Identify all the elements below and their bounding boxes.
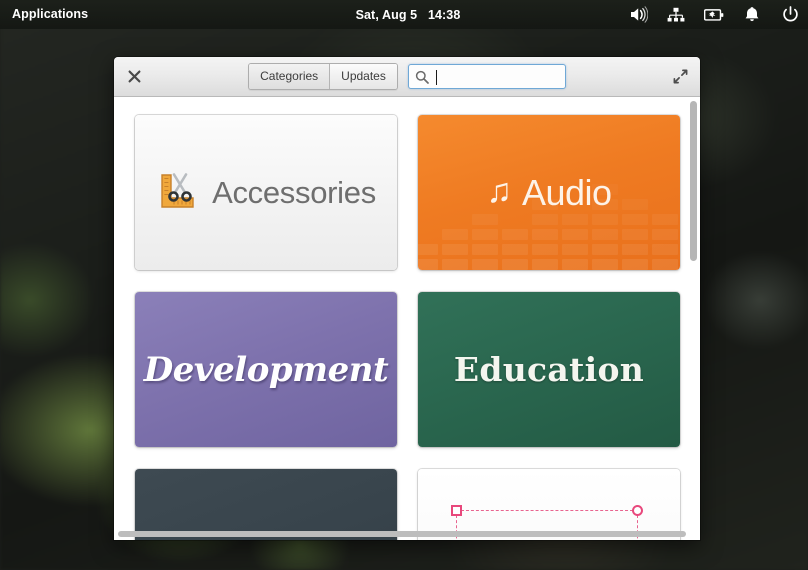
tab-updates[interactable]: Updates xyxy=(329,64,397,89)
category-label: Audio xyxy=(522,172,612,214)
circle-handle-icon xyxy=(632,505,643,516)
square-handle-icon xyxy=(451,505,462,516)
search-input[interactable] xyxy=(433,66,559,87)
category-grid: Accessories ♫ Audio Development xyxy=(114,97,700,540)
top-panel: Applications Sat, Aug 5 14:38 xyxy=(0,0,808,29)
maximize-icon[interactable] xyxy=(665,57,695,97)
category-tile-graphics[interactable]: Graphics xyxy=(418,469,680,540)
category-tile-development[interactable]: Development xyxy=(135,292,397,447)
music-note-icon: ♫ xyxy=(486,174,512,208)
ruler-scissors-icon xyxy=(156,167,202,218)
category-label: Development xyxy=(144,350,388,390)
category-tile-audio[interactable]: ♫ Audio xyxy=(418,115,680,270)
horizontal-scrollbar-thumb[interactable] xyxy=(118,531,686,537)
category-tile-accessories[interactable]: Accessories xyxy=(135,115,397,270)
battery-icon[interactable] xyxy=(704,5,724,25)
system-tray xyxy=(628,0,800,29)
vertical-scrollbar[interactable] xyxy=(690,101,697,528)
horizontal-scrollbar[interactable] xyxy=(118,531,686,538)
view-mode-toggle: Categories Updates xyxy=(248,63,398,90)
category-tile-games[interactable]: GAMES xyxy=(135,469,397,540)
vertical-scrollbar-thumb[interactable] xyxy=(690,101,697,261)
network-icon[interactable] xyxy=(666,5,686,25)
clock[interactable]: Sat, Aug 5 14:38 xyxy=(308,8,508,22)
category-label: Accessories xyxy=(212,175,376,211)
category-tile-education[interactable]: Education xyxy=(418,292,680,447)
applications-menu-button[interactable]: Applications xyxy=(0,0,100,29)
category-label: Education xyxy=(454,350,644,389)
window-content: Accessories ♫ Audio Development xyxy=(114,97,700,540)
search-icon xyxy=(415,70,429,84)
desktop: Applications Sat, Aug 5 14:38 xyxy=(0,0,808,570)
notifications-bell-icon[interactable] xyxy=(742,5,762,25)
header-controls: Categories Updates xyxy=(114,63,700,90)
search-field[interactable] xyxy=(408,64,566,89)
power-icon[interactable] xyxy=(780,5,800,25)
window-header: Categories Updates xyxy=(114,57,700,97)
text-cursor xyxy=(436,70,437,85)
volume-icon[interactable] xyxy=(628,5,648,25)
tab-categories[interactable]: Categories xyxy=(249,64,329,89)
close-icon[interactable] xyxy=(117,57,151,97)
software-center-window: Categories Updates xyxy=(114,57,700,540)
